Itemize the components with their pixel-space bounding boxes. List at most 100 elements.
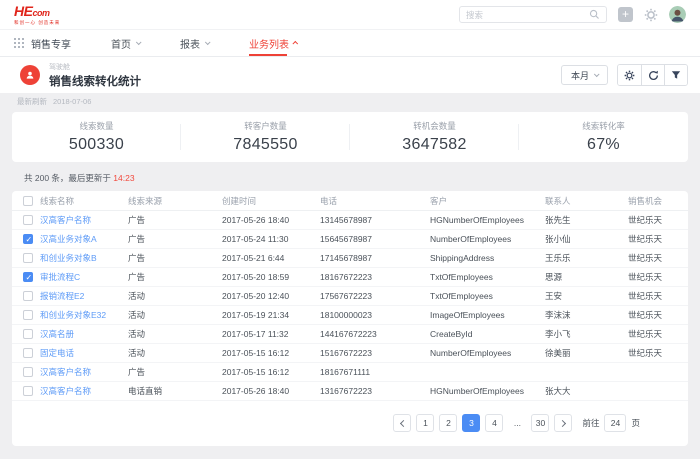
- opportunity-cell: 世纪乐天: [628, 233, 688, 245]
- goto-label: 前往: [582, 417, 599, 429]
- refresh-button[interactable]: [641, 65, 664, 85]
- lead-source-cell: 活动: [128, 290, 222, 302]
- chevron-down-icon: [136, 39, 142, 45]
- tab-label: 业务列表: [249, 36, 289, 51]
- filter-button[interactable]: [664, 65, 687, 85]
- next-page-button[interactable]: [554, 414, 572, 432]
- lead-name-link[interactable]: 审批流程C: [40, 272, 80, 282]
- refresh-bar: 最新刷新 2018-07-06: [0, 93, 700, 109]
- page-button-3[interactable]: 3: [462, 414, 480, 432]
- lead-name-link[interactable]: 和创业务对象E32: [40, 310, 106, 320]
- stats-card: 线索数量 500330 转客户数量 7845550 转机会数量 3647582 …: [12, 112, 688, 162]
- hecom-logo[interactable]: HEcom 和创一心 创造未来: [14, 4, 60, 26]
- phone-cell: 15645678987: [320, 234, 430, 244]
- row-checkbox[interactable]: [23, 310, 33, 320]
- global-search[interactable]: [459, 6, 607, 23]
- goto-page-input[interactable]: [604, 414, 626, 432]
- period-selector[interactable]: 本月: [561, 65, 608, 85]
- table-row: 汉高客户名称 广告 2017-05-26 18:40 13145678987 H…: [12, 211, 688, 230]
- lead-name-link[interactable]: 和创业务对象B: [40, 253, 97, 263]
- col-header-lead-name: 线索名称: [40, 195, 128, 207]
- app-switcher[interactable]: 销售专享: [14, 36, 71, 51]
- page-category: 驾驶舱: [49, 62, 141, 72]
- contact-cell: 李小飞: [545, 328, 628, 340]
- search-icon[interactable]: [589, 9, 600, 20]
- page-ellipsis: ...: [508, 414, 526, 432]
- col-header-phone: 电话: [320, 195, 430, 207]
- customer-cell: TxtOfEmployees: [430, 291, 545, 301]
- tab-reports[interactable]: 报表: [180, 30, 209, 56]
- opportunity-cell: 世纪乐天: [628, 309, 688, 321]
- row-checkbox[interactable]: [23, 367, 33, 377]
- stat-label: 线索转化率: [582, 120, 625, 132]
- customer-cell: ShippingAddress: [430, 253, 545, 263]
- page-button-1[interactable]: 1: [416, 414, 434, 432]
- page-button-4[interactable]: 4: [485, 414, 503, 432]
- lead-name-link[interactable]: 汉高客户名称: [40, 215, 91, 225]
- refresh-label: 最新刷新: [17, 96, 47, 107]
- contact-cell: 张先生: [545, 214, 628, 226]
- lead-name-link[interactable]: 固定电话: [40, 348, 74, 358]
- row-checkbox[interactable]: [23, 329, 33, 339]
- select-all-checkbox[interactable]: [23, 196, 33, 206]
- created-time-cell: 2017-05-20 18:59: [222, 272, 320, 282]
- contact-cell: 王乐乐: [545, 252, 628, 264]
- page-button-2[interactable]: 2: [439, 414, 457, 432]
- col-header-created: 创建时间: [222, 195, 320, 207]
- logo-text: HEcom: [14, 3, 49, 19]
- stat-value: 500330: [69, 136, 124, 154]
- phone-cell: 18167672223: [320, 272, 430, 282]
- tab-home[interactable]: 首页: [111, 30, 140, 56]
- table-row: 和创业务对象E32 活动 2017-05-19 21:34 1810000002…: [12, 306, 688, 325]
- created-time-cell: 2017-05-19 21:34: [222, 310, 320, 320]
- contact-cell: 王安: [545, 290, 628, 302]
- lead-source-cell: 广告: [128, 233, 222, 245]
- row-checkbox[interactable]: [23, 253, 33, 263]
- row-checkbox[interactable]: [23, 348, 33, 358]
- user-avatar[interactable]: [669, 6, 686, 23]
- lead-name-link[interactable]: 汉高客户名称: [40, 386, 91, 396]
- dashboard-icon: [20, 65, 40, 85]
- col-header-customer: 客户: [430, 195, 545, 207]
- row-checkbox[interactable]: [23, 272, 33, 282]
- stat-label: 转机会数量: [413, 120, 456, 132]
- lead-source-cell: 活动: [128, 309, 222, 321]
- lead-name-link[interactable]: 汉高客户名称: [40, 367, 91, 377]
- leads-table: 线索名称 线索来源 创建时间 电话 客户 联系人 销售机会 汉高客户名称 广告 …: [12, 191, 688, 446]
- tab-business-list[interactable]: 业务列表: [249, 30, 298, 56]
- top-bar: HEcom 和创一心 创造未来 +: [0, 0, 700, 30]
- row-checkbox[interactable]: [23, 234, 33, 244]
- phone-cell: 17567672223: [320, 291, 430, 301]
- lead-source-cell: 活动: [128, 328, 222, 340]
- customer-cell: HGNumberOfEmployees: [430, 386, 545, 396]
- row-checkbox[interactable]: [23, 291, 33, 301]
- lead-source-cell: 广告: [128, 271, 222, 283]
- opportunity-cell: 世纪乐天: [628, 290, 688, 302]
- page-toolbar: 本月: [561, 64, 688, 86]
- page-button-30[interactable]: 30: [531, 414, 549, 432]
- stat-value: 67%: [587, 136, 620, 154]
- lead-name-link[interactable]: 报销流程E2: [40, 291, 84, 301]
- logo-tagline: 和创一心 创造未来: [14, 21, 60, 26]
- record-summary: 共 200 条，最后更新于 14:23: [0, 162, 700, 191]
- lead-source-cell: 广告: [128, 214, 222, 226]
- grid-menu-icon: [14, 38, 24, 48]
- chevron-up-icon: [292, 41, 298, 47]
- lead-name-link[interactable]: 汉高业务对象A: [40, 234, 97, 244]
- customer-cell: ImageOfEmployees: [430, 310, 545, 320]
- row-checkbox[interactable]: [23, 215, 33, 225]
- stat-customers: 转客户数量 7845550: [181, 112, 350, 162]
- lead-name-link[interactable]: 汉高名册: [40, 329, 74, 339]
- refresh-date: 2018-07-06: [53, 97, 91, 106]
- add-button[interactable]: +: [618, 7, 633, 22]
- contact-cell: 张小仙: [545, 233, 628, 245]
- settings-gear-icon[interactable]: [644, 8, 658, 22]
- chevron-left-icon: [400, 419, 407, 426]
- search-input[interactable]: [466, 10, 589, 20]
- prev-page-button[interactable]: [393, 414, 411, 432]
- row-checkbox[interactable]: [23, 386, 33, 396]
- settings-gear-button[interactable]: [618, 65, 641, 85]
- col-header-contact: 联系人: [545, 195, 628, 207]
- table-row: 汉高名册 活动 2017-05-17 11:32 144167672223 Cr…: [12, 325, 688, 344]
- table-row: 和创业务对象B 广告 2017-05-21 6:44 17145678987 S…: [12, 249, 688, 268]
